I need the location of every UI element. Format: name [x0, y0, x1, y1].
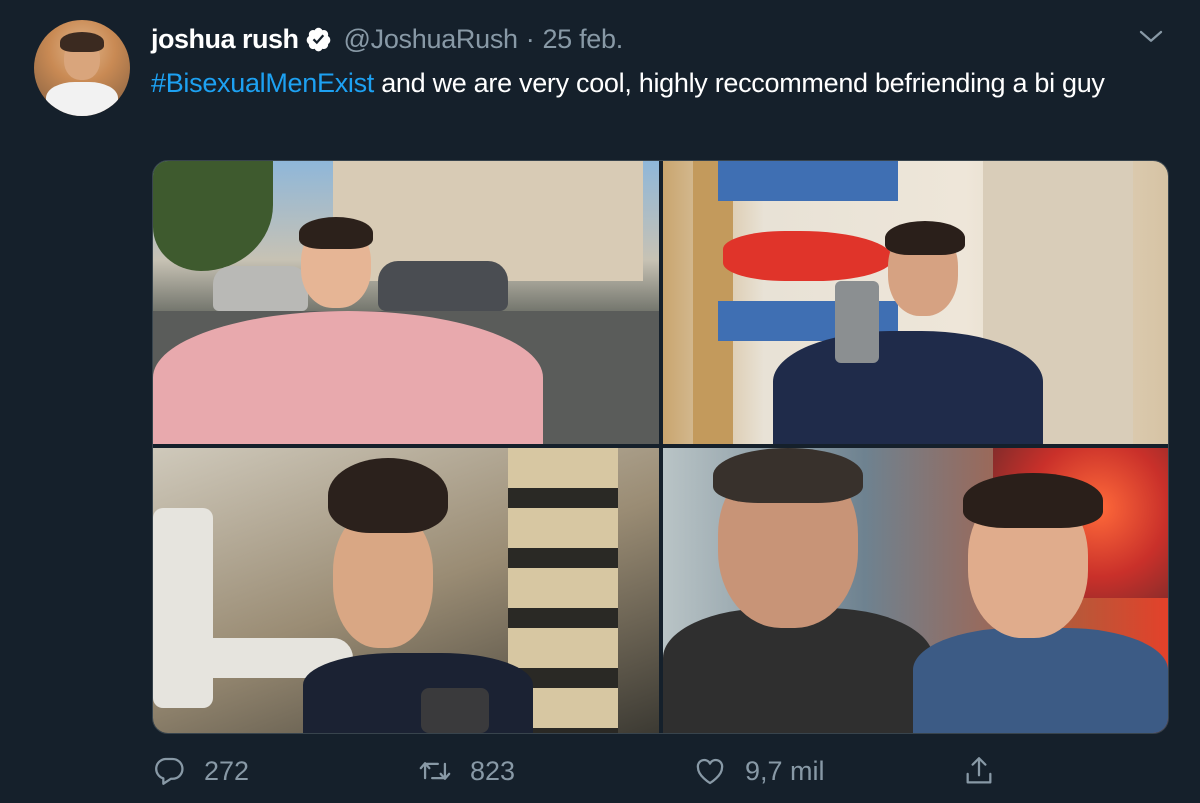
- photo-pipe: [153, 508, 213, 708]
- photo-car-1: [213, 266, 308, 311]
- like-button[interactable]: 9,7 mil: [693, 748, 825, 794]
- photo-person-hoodie: [153, 311, 543, 444]
- photo-phone: [835, 281, 879, 363]
- photo-person-hair-3: [328, 458, 448, 533]
- photo-blue-stripe: [718, 161, 898, 201]
- photo-red-flag: [723, 231, 893, 281]
- share-icon: [966, 757, 992, 784]
- photo-boy-hair: [963, 473, 1103, 528]
- tweet-body: and we are very cool, highly reccommend …: [374, 68, 1105, 98]
- photo-boy-body: [913, 628, 1168, 733]
- retweet-button[interactable]: 823: [418, 748, 515, 794]
- photo-man-hair: [713, 448, 863, 503]
- retweet-count: 823: [470, 755, 516, 786]
- reply-button[interactable]: 272: [152, 748, 249, 794]
- photo-3[interactable]: [153, 448, 659, 733]
- hashtag-link[interactable]: #BisexualMenExist: [151, 68, 374, 98]
- chevron-down-icon[interactable]: [1136, 22, 1166, 52]
- tweet-header: joshua rush @JoshuaRush · 25 feb.: [151, 22, 623, 56]
- photo-person-body: [773, 331, 1043, 444]
- like-count: 9,7 mil: [745, 755, 825, 786]
- photo-person-shirt: [303, 653, 533, 733]
- author-name[interactable]: joshua rush: [151, 24, 299, 55]
- tweet-actions: 272 823 9,7 mil: [152, 748, 1012, 794]
- retweet-icon: [419, 762, 451, 780]
- photo-car-2: [378, 261, 508, 311]
- avatar[interactable]: [34, 20, 130, 116]
- tweet[interactable]: joshua rush @JoshuaRush · 25 feb. #Bisex…: [0, 0, 1200, 803]
- photo-person-hair: [299, 217, 373, 249]
- tweet-text: #BisexualMenExist and we are very cool, …: [151, 64, 1171, 102]
- media-grid: [152, 160, 1169, 734]
- tweet-date[interactable]: 25 feb.: [542, 24, 623, 55]
- share-button[interactable]: [962, 748, 996, 794]
- photo-person-hair-2: [885, 221, 965, 255]
- heart-icon: [696, 758, 724, 785]
- photo-tree: [153, 161, 273, 271]
- reply-icon: [155, 757, 184, 785]
- reply-count: 272: [204, 755, 250, 786]
- avatar-shirt: [46, 82, 118, 116]
- photo-1[interactable]: [153, 161, 659, 444]
- photo-2[interactable]: [663, 161, 1168, 444]
- author-handle[interactable]: @JoshuaRush: [344, 24, 519, 55]
- verified-badge-icon: [306, 27, 330, 51]
- photo-4[interactable]: [663, 448, 1168, 733]
- separator-dot: ·: [525, 23, 535, 54]
- avatar-hair: [60, 32, 104, 52]
- photo-phone-3: [421, 688, 489, 733]
